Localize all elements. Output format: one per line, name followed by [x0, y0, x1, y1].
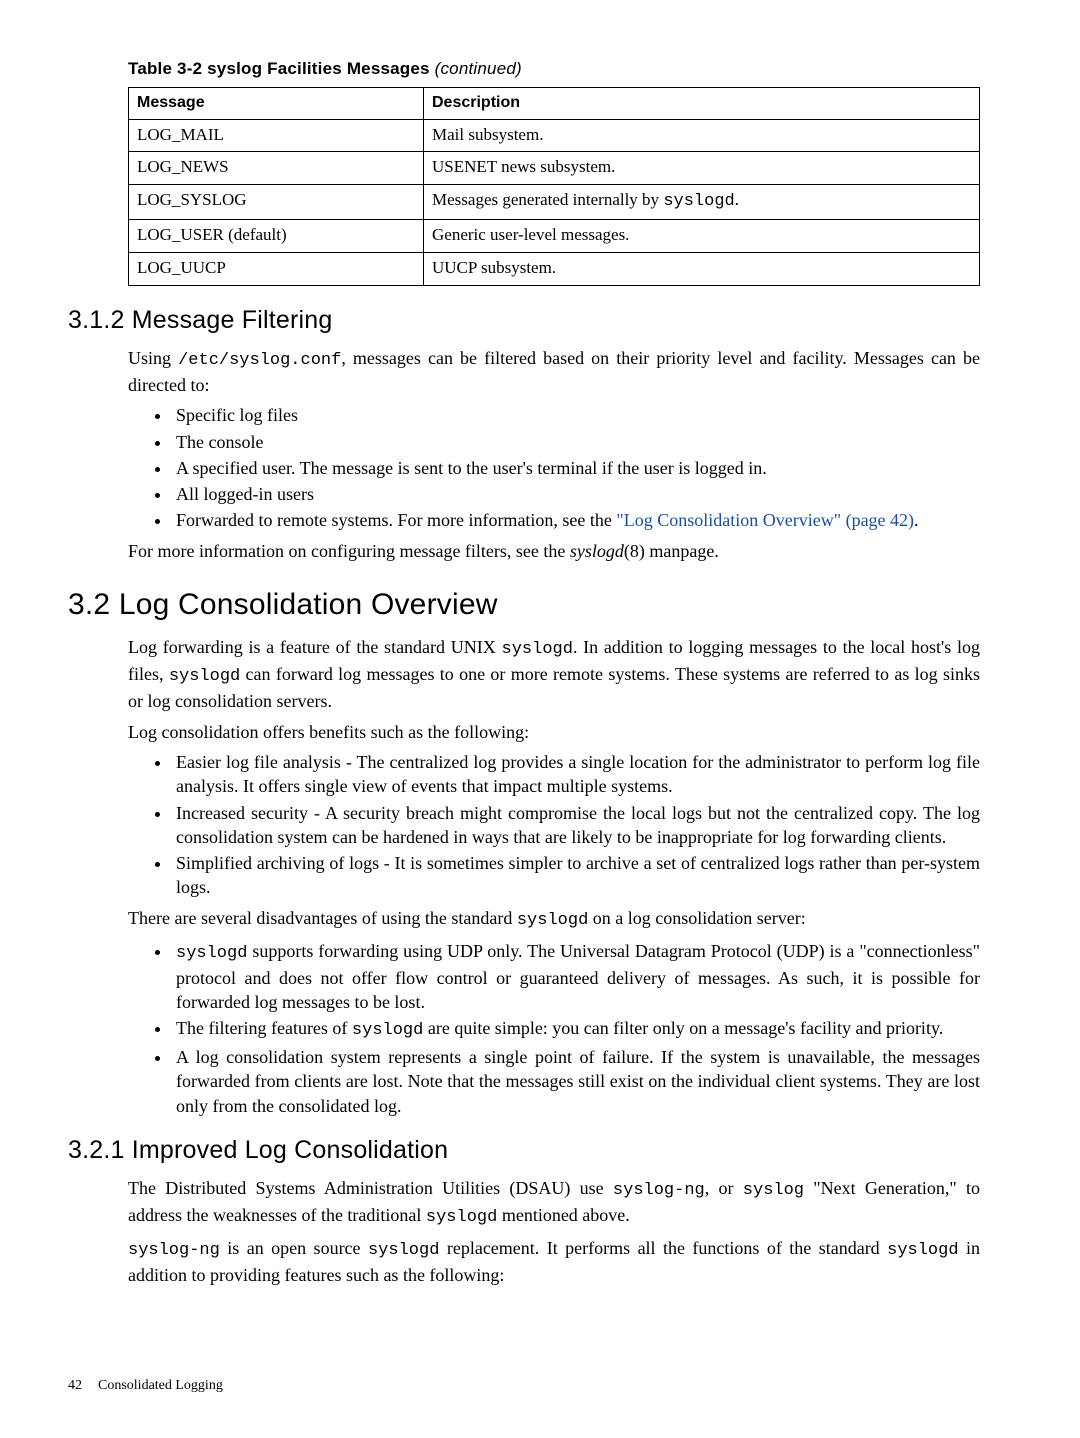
paragraph: Using /etc/syslog.conf, messages can be …	[128, 346, 980, 397]
section-3-1-2-body: Using /etc/syslog.conf, messages can be …	[128, 346, 980, 563]
table-header-row: Message Description	[129, 87, 980, 119]
document-page: Table 3-2 syslog Facilities Messages (co…	[0, 0, 1080, 1438]
table-caption-continued: (continued)	[435, 59, 522, 78]
list-item: Specific log files	[172, 403, 980, 427]
cell-description: UUCP subsystem.	[424, 253, 980, 286]
page-footer: 42 Consolidated Logging	[68, 1377, 223, 1396]
cell-message: LOG_MAIL	[129, 119, 424, 152]
list-item: syslogd supports forwarding using UDP on…	[172, 939, 980, 1015]
paragraph: Log forwarding is a feature of the stand…	[128, 635, 980, 713]
table-caption-title: Table 3-2 syslog Facilities Messages	[128, 59, 435, 78]
cell-message: LOG_NEWS	[129, 152, 424, 185]
cell-message: LOG_USER (default)	[129, 220, 424, 253]
list-item: A log consolidation system represents a …	[172, 1045, 980, 1118]
table-row: LOG_MAIL Mail subsystem.	[129, 119, 980, 152]
list-item: A specified user. The message is sent to…	[172, 456, 980, 480]
bullet-list: Easier log file analysis - The centraliz…	[128, 750, 980, 900]
list-item: Simplified archiving of logs - It is som…	[172, 851, 980, 900]
col-header-description: Description	[424, 87, 980, 119]
list-item: Forwarded to remote systems. For more in…	[172, 508, 980, 532]
cell-message: LOG_UUCP	[129, 253, 424, 286]
facilities-table: Message Description LOG_MAIL Mail subsys…	[128, 87, 980, 286]
paragraph: Log consolidation offers benefits such a…	[128, 720, 980, 744]
paragraph: There are several disadvantages of using…	[128, 906, 980, 933]
link-log-consolidation-overview[interactable]: "Log Consolidation Overview" (page 42)	[616, 510, 914, 530]
section-3-2-body: Log forwarding is a feature of the stand…	[128, 635, 980, 1118]
cell-description: USENET news subsystem.	[424, 152, 980, 185]
cell-description: Messages generated internally by syslogd…	[424, 185, 980, 220]
bullet-list: syslogd supports forwarding using UDP on…	[128, 939, 980, 1118]
page-number: 42	[68, 1378, 82, 1393]
list-item: The console	[172, 430, 980, 454]
heading-3-2: 3.2 Log Consolidation Overview	[68, 585, 980, 626]
cell-message: LOG_SYSLOG	[129, 185, 424, 220]
table-row: LOG_SYSLOG Messages generated internally…	[129, 185, 980, 220]
paragraph: For more information on configuring mess…	[128, 539, 980, 563]
bullet-list: Specific log files The console A specifi…	[128, 403, 980, 532]
footer-title: Consolidated Logging	[98, 1378, 223, 1393]
table-caption: Table 3-2 syslog Facilities Messages (co…	[128, 58, 980, 81]
list-item: Easier log file analysis - The centraliz…	[172, 750, 980, 799]
paragraph: The Distributed Systems Administration U…	[128, 1176, 980, 1230]
section-3-2-1-body: The Distributed Systems Administration U…	[128, 1176, 980, 1287]
heading-3-1-2: 3.1.2 Message Filtering	[68, 304, 980, 338]
cell-description: Generic user-level messages.	[424, 220, 980, 253]
paragraph: syslog-ng is an open source syslogd repl…	[128, 1236, 980, 1287]
list-item: Increased security - A security breach m…	[172, 801, 980, 850]
col-header-message: Message	[129, 87, 424, 119]
list-item: The filtering features of syslogd are qu…	[172, 1016, 980, 1043]
list-item: All logged-in users	[172, 482, 980, 506]
table-row: LOG_NEWS USENET news subsystem.	[129, 152, 980, 185]
table-row: LOG_USER (default) Generic user-level me…	[129, 220, 980, 253]
heading-3-2-1: 3.2.1 Improved Log Consolidation	[68, 1134, 980, 1168]
table-row: LOG_UUCP UUCP subsystem.	[129, 253, 980, 286]
cell-description: Mail subsystem.	[424, 119, 980, 152]
